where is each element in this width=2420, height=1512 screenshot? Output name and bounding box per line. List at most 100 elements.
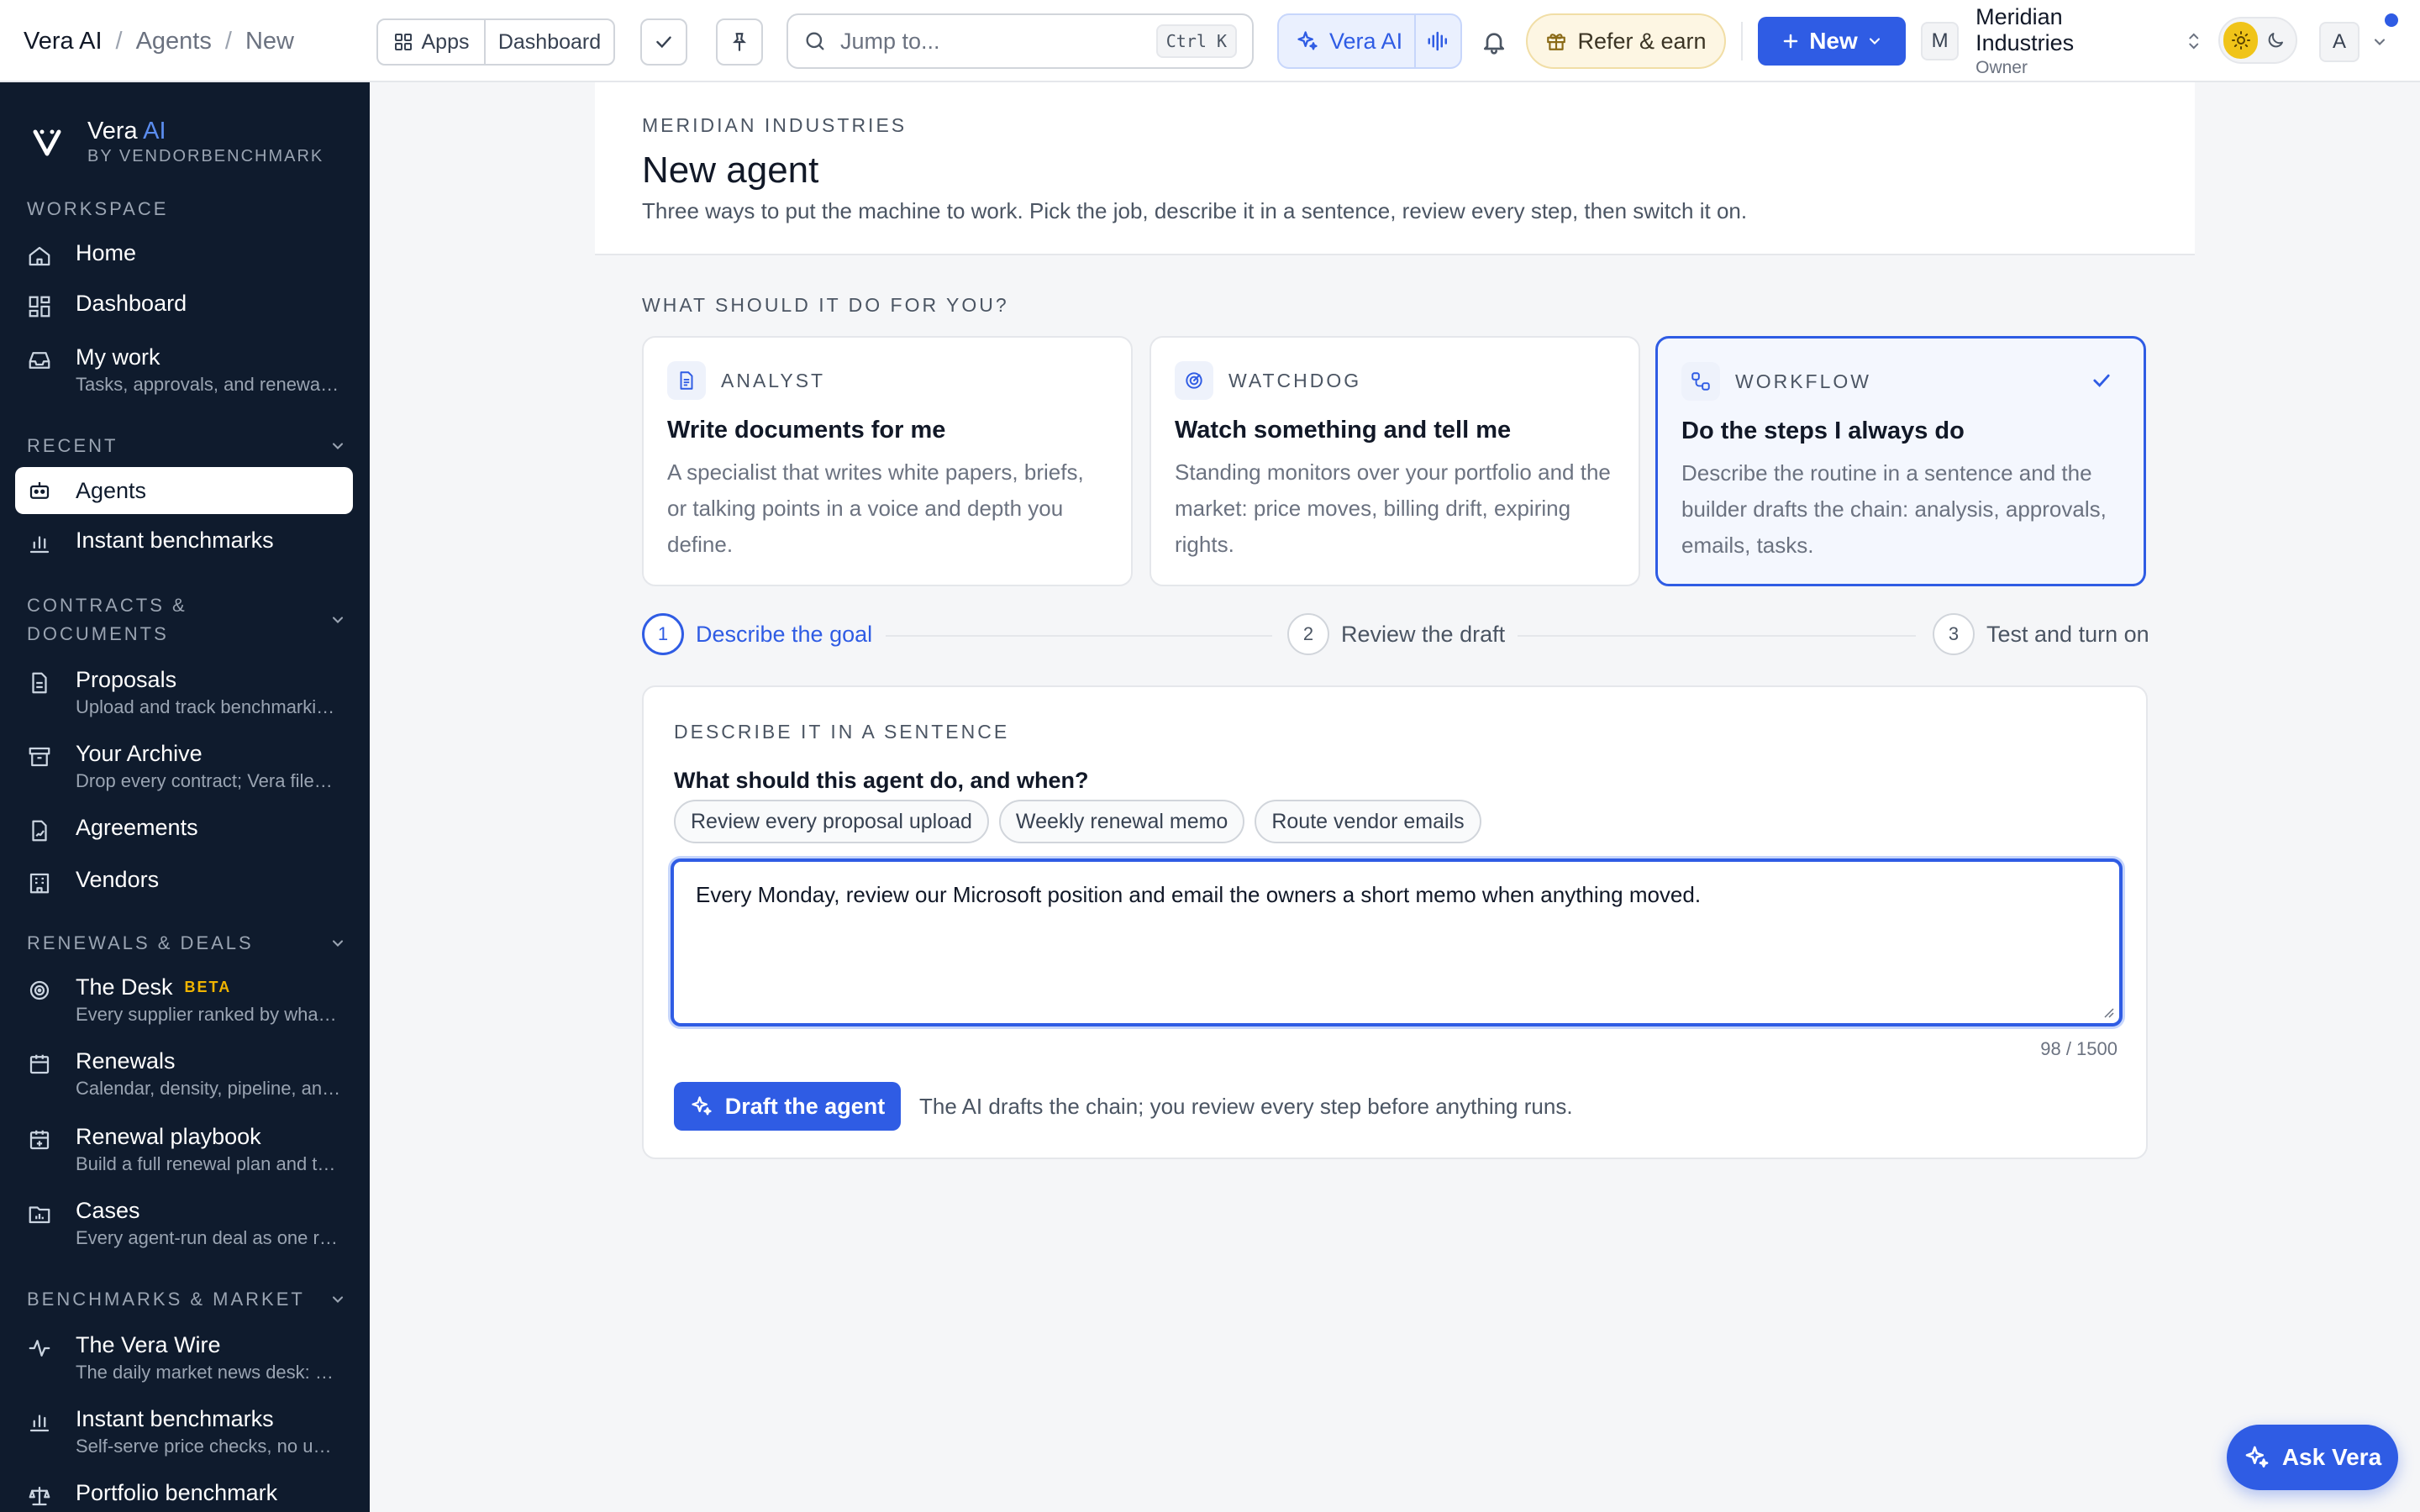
section-recent[interactable]: RECENT xyxy=(27,435,346,457)
choose-heading: WHAT SHOULD IT DO FOR YOU? xyxy=(642,294,1009,316)
ask-vera-button[interactable]: Ask Vera xyxy=(2227,1425,2398,1490)
pin-button[interactable] xyxy=(716,18,763,66)
target-icon xyxy=(29,980,50,1000)
workflow-icon xyxy=(1681,362,1720,401)
sun-icon[interactable] xyxy=(2223,22,2258,59)
resize-grip-icon[interactable] xyxy=(2101,1005,2114,1018)
apps-label: Apps xyxy=(421,29,470,54)
breadcrumb: Vera AI / Agents / New xyxy=(24,0,294,82)
apps-dashboard-switch: Apps Dashboard xyxy=(376,18,615,66)
brand[interactable]: Vera AI BY VENDORBENCHMARK xyxy=(30,118,324,166)
agent-type-card-watchdog[interactable]: WATCHDOG Watch something and tell me Sta… xyxy=(1150,336,1640,586)
notifications-button[interactable] xyxy=(1476,24,1512,60)
agent-type-card-workflow[interactable]: WORKFLOW Do the steps I always do Descri… xyxy=(1655,336,2146,586)
describe-question: What should this agent do, and when? xyxy=(674,768,1089,793)
suggestion-chip[interactable]: Weekly renewal memo xyxy=(998,800,1245,843)
sidebar-item-vera-wire[interactable]: The Vera Wire The daily market news desk:… xyxy=(15,1332,353,1383)
sidebar-item-the-desk[interactable]: The Desk BETA Every supplier ranked by wha… xyxy=(15,974,353,1026)
breadcrumb-vera-ai[interactable]: Vera AI xyxy=(24,28,103,55)
dashboard-icon xyxy=(29,296,50,318)
sidebar-item-my-work[interactable]: My work Tasks, approvals, and renewals ..… xyxy=(15,344,353,396)
sidebar-item-agents[interactable]: Agents xyxy=(15,467,353,514)
sidebar-item-renewals[interactable]: Renewals Calendar, density, pipeline, and… xyxy=(15,1048,353,1100)
section-renewals-deals[interactable]: RENEWALS & DEALS xyxy=(27,932,346,954)
suggestion-chip[interactable]: Route vendor emails xyxy=(1255,800,1481,843)
chevron-down-icon xyxy=(332,1296,344,1303)
home-icon xyxy=(29,246,50,266)
dashboard-button[interactable]: Dashboard xyxy=(486,20,613,64)
vera-logo-icon xyxy=(33,129,61,156)
card-body: Standing monitors over your portfolio an… xyxy=(1175,459,1611,557)
check-icon xyxy=(656,36,671,49)
bell-icon xyxy=(1484,33,1504,55)
suggestion-chip[interactable]: Review every proposal upload xyxy=(674,800,989,843)
new-button[interactable]: New xyxy=(1758,17,1906,66)
plus-icon xyxy=(1783,34,1798,49)
gift-icon xyxy=(1547,34,1566,50)
activity-icon xyxy=(29,1340,50,1357)
sparkle-icon xyxy=(1297,31,1318,50)
pin-icon xyxy=(732,33,747,51)
step-connector xyxy=(1518,635,1916,637)
file-icon xyxy=(32,672,47,694)
vera-ai-button: Vera AI xyxy=(1277,13,1462,69)
step-number: 1 xyxy=(642,613,684,655)
breadcrumb-new: New xyxy=(245,27,294,55)
tasks-check-button[interactable] xyxy=(640,18,687,66)
page-title: New agent xyxy=(642,150,819,191)
brand-name: Vera AI xyxy=(87,118,166,144)
describe-eyebrow: DESCRIBE IT IN A SENTENCE xyxy=(674,721,1010,743)
step-test-turn-on[interactable]: 3 Test and turn on xyxy=(1933,613,2149,655)
voice-button[interactable] xyxy=(1414,15,1460,67)
org-role: Owner xyxy=(1975,58,2028,77)
check-icon xyxy=(2093,374,2110,387)
page-header: MERIDIAN INDUSTRIES New agent Three ways… xyxy=(595,82,2195,255)
audio-wave-icon xyxy=(1428,31,1447,51)
theme-toggle[interactable] xyxy=(2218,17,2297,64)
sidebar-item-instant-benchmarks-2[interactable]: Instant benchmarks Self-serve price check… xyxy=(15,1406,353,1457)
sidebar-item-proposals[interactable]: Proposals Upload and track benchmarkin... xyxy=(15,667,353,718)
dashboard-label: Dashboard xyxy=(497,29,602,54)
step-review-draft[interactable]: 2 Review the draft xyxy=(1287,613,1505,655)
draft-note: The AI drafts the chain; you review ever… xyxy=(919,1094,1573,1119)
user-menu[interactable]: A xyxy=(2319,13,2412,66)
sidebar-item-home[interactable]: Home xyxy=(15,240,353,269)
sidebar-item-cases[interactable]: Cases Every agent-run deal as one rec... xyxy=(15,1198,353,1249)
sidebar-item-instant-benchmarks[interactable]: Instant benchmarks xyxy=(15,528,353,556)
step-describe-goal[interactable]: 1 Describe the goal xyxy=(642,613,872,655)
sidebar-item-vendors[interactable]: Vendors xyxy=(15,867,353,895)
refer-label: Refer & earn xyxy=(1577,28,1707,54)
bar-chart-icon xyxy=(29,1415,50,1432)
chevron-up-down-icon xyxy=(2189,33,2199,50)
breadcrumb-agents[interactable]: Agents xyxy=(136,28,212,55)
signed-document-icon xyxy=(32,820,47,842)
vera-ai-open-button[interactable]: Vera AI xyxy=(1279,29,1414,55)
section-workspace: WORKSPACE xyxy=(27,198,169,219)
sidebar-item-your-archive[interactable]: Your Archive Drop every contract; Vera fi… xyxy=(15,741,353,792)
calendar-icon xyxy=(29,1054,50,1074)
step-label: Test and turn on xyxy=(1986,621,2149,647)
sidebar-item-renewal-playbook[interactable]: Renewal playbook Build a full renewal pla… xyxy=(15,1124,353,1175)
agent-type-card-analyst[interactable]: ANALYST Write documents for me A special… xyxy=(642,336,1133,586)
refer-and-earn-button[interactable]: Refer & earn xyxy=(1526,13,1726,69)
organization-switcher[interactable]: M Meridian Industries Owner xyxy=(1921,4,2203,77)
card-title: Do the steps I always do xyxy=(1681,417,1965,444)
sidebar-item-dashboard[interactable]: Dashboard xyxy=(15,291,353,319)
card-title: Write documents for me xyxy=(667,417,946,444)
draft-agent-button[interactable]: Draft the agent xyxy=(674,1082,901,1131)
moon-icon[interactable] xyxy=(2258,22,2292,59)
user-avatar: A xyxy=(2319,22,2360,62)
org-eyebrow: MERIDIAN INDUSTRIES xyxy=(642,114,908,136)
card-body: A specialist that writes white papers, b… xyxy=(667,459,1084,557)
sidebar-item-agreements[interactable]: Agreements xyxy=(15,815,353,843)
sidebar-item-portfolio-benchmark[interactable]: Portfolio benchmark xyxy=(15,1480,353,1509)
search-icon xyxy=(806,32,824,50)
section-contracts-documents[interactable]: CONTRACTS & DOCUMENTS xyxy=(27,591,346,648)
archive-icon xyxy=(29,747,50,767)
section-benchmarks-market[interactable]: BENCHMARKS & MARKET xyxy=(27,1289,346,1310)
jump-search[interactable]: Ctrl K xyxy=(786,13,1254,69)
search-input[interactable] xyxy=(840,28,1156,55)
vera-ai-label: Vera AI xyxy=(1329,28,1403,54)
apps-button[interactable]: Apps xyxy=(378,20,486,64)
goal-textarea[interactable]: Every Monday, review our Microsoft posit… xyxy=(674,862,2119,1023)
